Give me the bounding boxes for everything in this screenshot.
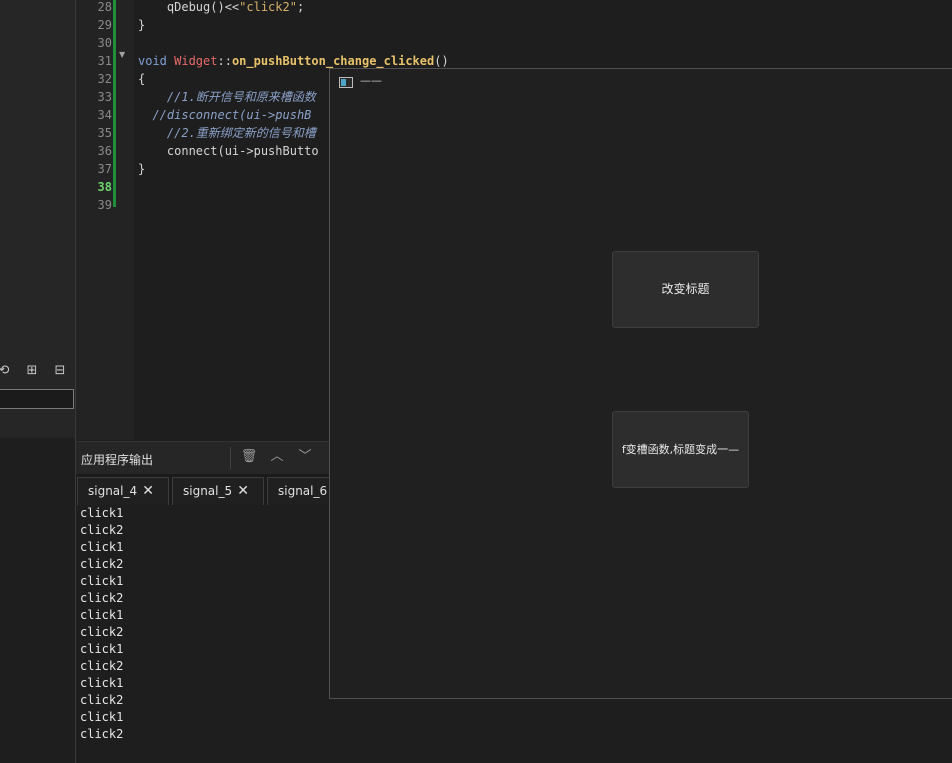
output-line: click1 xyxy=(80,710,124,724)
line-number: 37 xyxy=(97,162,112,176)
line-number: 34 xyxy=(97,108,112,122)
change-indicator-bar xyxy=(113,0,116,207)
window-icon xyxy=(339,77,353,88)
output-panel-title: 应用程序输出 xyxy=(81,453,154,467)
line-number: 35 xyxy=(97,126,112,140)
project-filter-input[interactable] xyxy=(0,389,74,409)
line-number: 32 xyxy=(97,72,112,86)
chevron-up-icon[interactable]: ︿ xyxy=(268,448,286,466)
line-number: 33 xyxy=(97,90,112,104)
output-line: click2 xyxy=(80,659,124,673)
fold-arrow-icon[interactable]: ▼ xyxy=(119,50,125,59)
line-number: 31 xyxy=(97,54,112,68)
project-pane-separator xyxy=(0,414,75,438)
line-number: 39 xyxy=(97,198,112,212)
change-slot-button[interactable]: f变槽函数,标题变成一— xyxy=(612,411,749,488)
tab-signal-6[interactable]: signal_6 xyxy=(267,477,337,505)
tab-label: signal_5 xyxy=(183,484,233,498)
output-line: click1 xyxy=(80,540,124,554)
project-pane-empty xyxy=(0,438,75,763)
tab-label: signal_6 xyxy=(278,484,328,498)
window-title: —— xyxy=(360,74,382,87)
output-line: click2 xyxy=(80,625,124,639)
code-line: //1.断开信号和原来槽函数 xyxy=(138,90,316,104)
output-line: click1 xyxy=(80,574,124,588)
output-line: click2 xyxy=(80,727,124,741)
output-line: click1 xyxy=(80,608,124,622)
tab-signal-5[interactable]: signal_5 ✕ xyxy=(172,477,264,505)
add-folder-icon[interactable]: ⊞ xyxy=(24,363,40,379)
output-line: click1 xyxy=(80,642,124,656)
project-toolbar: ⟲ ⊞ ⊟ xyxy=(0,360,75,382)
tab-label: signal_4 xyxy=(88,484,138,498)
line-number: 38 xyxy=(97,180,112,194)
output-line: click2 xyxy=(80,557,124,571)
output-toolbar-divider xyxy=(230,447,231,469)
code-line: //2.重新绑定新的信号和槽 xyxy=(138,126,316,140)
line-number: 36 xyxy=(97,144,112,158)
output-line: click2 xyxy=(80,591,124,605)
tab-signal-4[interactable]: signal_4 ✕ xyxy=(77,477,169,505)
code-line: qDebug()<<"click2"; xyxy=(138,0,305,14)
output-line: click2 xyxy=(80,693,124,707)
close-icon[interactable]: ✕ xyxy=(237,478,249,505)
chevron-down-icon[interactable]: ﹀ xyxy=(296,448,314,466)
sync-icon[interactable]: ⟲ xyxy=(0,363,12,379)
code-line: } xyxy=(138,162,146,176)
editor-gutter: 28 29 30 31 32 33 34 35 36 37 38 39 xyxy=(76,0,134,440)
line-number: 28 xyxy=(97,0,112,14)
code-line: { xyxy=(138,72,146,86)
output-line: click1 xyxy=(80,676,124,690)
output-line: click1 xyxy=(80,506,124,520)
collapse-icon[interactable]: ⊟ xyxy=(52,363,68,379)
output-line: click2 xyxy=(80,523,124,537)
trash-icon[interactable]: 🗑 xyxy=(240,448,258,466)
code-line: } xyxy=(138,18,146,32)
widget-window[interactable] xyxy=(329,68,952,699)
code-line: //disconnect(ui->pushB xyxy=(138,108,312,122)
line-number: 29 xyxy=(97,18,112,32)
line-number: 30 xyxy=(97,36,112,50)
code-line: connect(ui->pushButto xyxy=(138,144,319,158)
close-icon[interactable]: ✕ xyxy=(142,478,154,505)
change-title-button[interactable]: 改变标题 xyxy=(612,251,759,328)
